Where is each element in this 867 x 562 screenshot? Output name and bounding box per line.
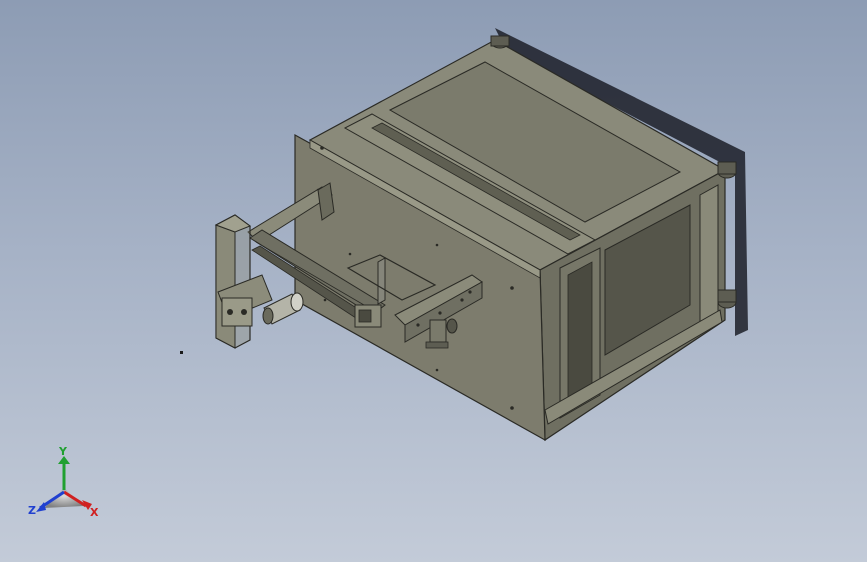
y-axis-label: Y [58,446,68,458]
cad-model[interactable] [0,0,867,562]
origin-point-marker [180,351,183,354]
reference-triad[interactable]: Y X Z [24,446,108,526]
side-post-right [699,184,719,326]
x-axis-label: X [90,506,99,519]
bracket-upright [377,257,386,305]
carriage-plate [221,297,253,327]
side-upright-inner [567,261,593,402]
triad-base [44,488,84,508]
carriage-hole-2 [241,309,247,315]
graphics-viewport[interactable]: Y X Z [0,0,867,562]
carriage-hole [227,309,233,315]
z-axis-label: Z [28,504,36,517]
rail-end-cap [358,309,372,323]
